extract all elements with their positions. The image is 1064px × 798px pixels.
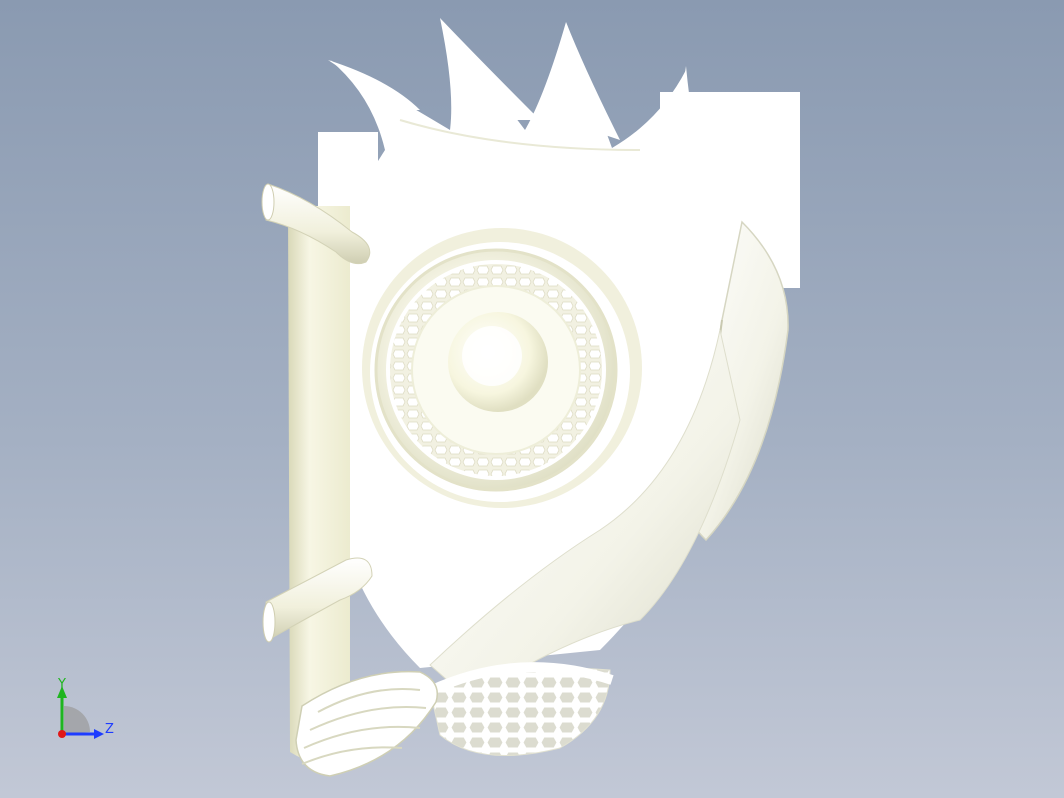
3d-model-render[interactable] [0, 0, 1064, 798]
orientation-triad: Y Z [57, 677, 114, 739]
z-axis-label: Z [105, 722, 114, 737]
y-axis-label: Y [57, 677, 66, 692]
side-cylinder [288, 206, 350, 764]
triad-plane-icon [64, 706, 90, 734]
z-axis-arrow-icon [94, 729, 104, 739]
x-axis-dot-icon [58, 730, 66, 738]
cad-viewport[interactable]: Y Z [0, 0, 1064, 798]
